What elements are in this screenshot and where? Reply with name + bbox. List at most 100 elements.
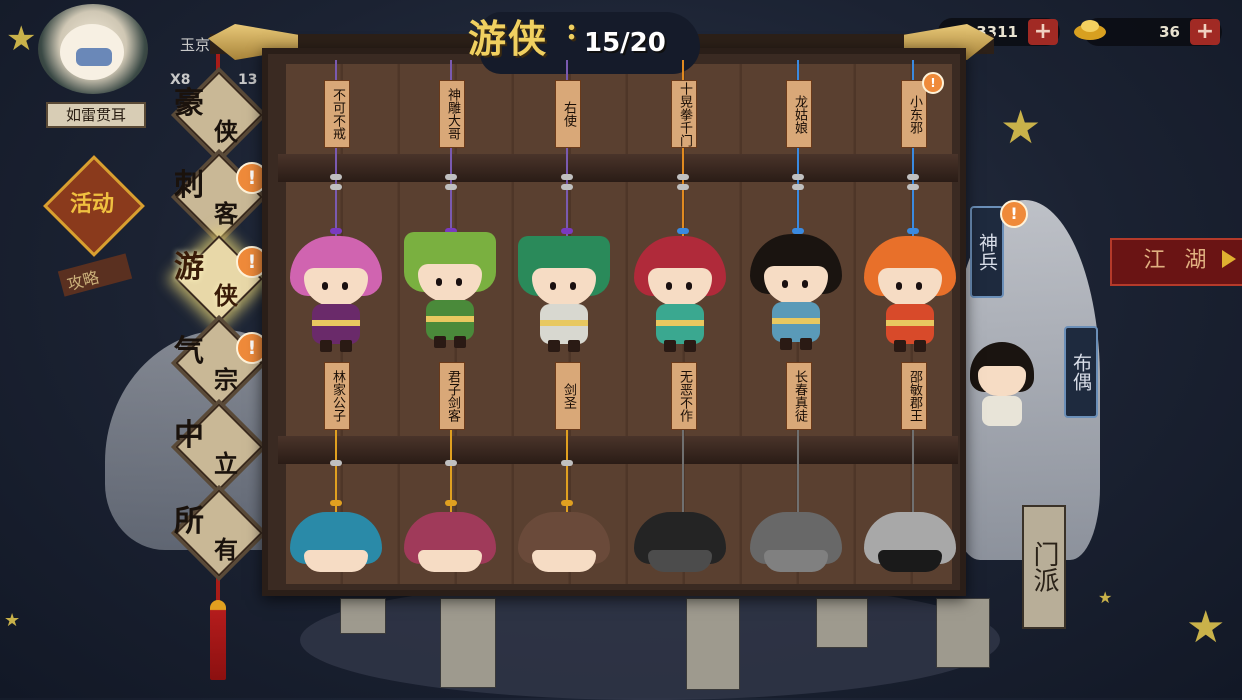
- event-charm-label: 活动: [69, 191, 114, 217]
- sect-button[interactable]: 门派: [1022, 505, 1066, 629]
- category-qizong[interactable]: 气 宗 !: [174, 319, 268, 407]
- tag-mid-3[interactable]: 剑圣: [555, 362, 581, 430]
- category-char-1: 气: [174, 334, 204, 369]
- bead: [561, 174, 573, 180]
- add-coin-button[interactable]: +: [1028, 19, 1058, 45]
- alert-badge: !: [1000, 200, 1028, 228]
- bead: [907, 174, 919, 180]
- tag-top-2[interactable]: 神雕大哥: [439, 80, 465, 148]
- hero-eye: [666, 282, 672, 290]
- category-suoyou[interactable]: 所 有: [174, 489, 263, 577]
- hero-face: [418, 550, 482, 572]
- category-zhongli[interactable]: 中 立: [174, 403, 263, 491]
- hero-bottom-5-locked[interactable]: [746, 510, 846, 572]
- hero-sword-saint[interactable]: [514, 234, 614, 354]
- hero-leg: [434, 336, 446, 348]
- gold-value: 36: [1159, 23, 1180, 41]
- hanging-rope: [797, 430, 799, 518]
- hero-face: [532, 550, 596, 572]
- hero-eye: [550, 282, 556, 290]
- bead: [445, 460, 457, 466]
- bead: [907, 184, 919, 190]
- hero-gentleman-swordsman[interactable]: [400, 230, 500, 350]
- hero-belt: [540, 320, 588, 326]
- bead: [330, 460, 342, 466]
- bead: [792, 174, 804, 180]
- category-char-2: 侠: [214, 117, 238, 146]
- tag-mid-6[interactable]: 邵敏郡王: [901, 362, 927, 430]
- add-gold-button[interactable]: +: [1190, 19, 1220, 45]
- category-youxia[interactable]: 游 侠 !: [174, 235, 268, 323]
- hero-eye: [342, 282, 348, 290]
- weapon-tab[interactable]: 神兵: [970, 206, 1004, 298]
- location-label: 玉京: [180, 36, 211, 54]
- tag-mid-2[interactable]: 君子剑客: [439, 362, 465, 430]
- hero-leg: [548, 340, 560, 352]
- hero-no-evil-undone[interactable]: [630, 234, 730, 354]
- shelf-plank: [278, 436, 958, 464]
- tag-mid-1[interactable]: 林家公子: [324, 362, 350, 430]
- bead: [445, 500, 457, 506]
- bead: [792, 184, 804, 190]
- hero-eye: [436, 278, 442, 286]
- hero-leg: [780, 338, 792, 350]
- background-tag: [816, 598, 868, 648]
- tag-top-4[interactable]: 十晃拳千门: [671, 80, 697, 148]
- tassel-decoration: [210, 600, 226, 680]
- hero-belt: [426, 316, 474, 322]
- hanging-rope: [912, 430, 914, 518]
- tag-top-5[interactable]: 龙姑娘: [786, 80, 812, 148]
- bead: [561, 460, 573, 466]
- player-name: 如雷贯耳: [46, 102, 146, 128]
- category-char-1: 中: [174, 418, 204, 453]
- star-icon: ★: [1098, 588, 1113, 607]
- npc-character[interactable]: [962, 336, 1042, 436]
- hero-bottom-2[interactable]: [400, 510, 500, 572]
- category-char-1: 所: [174, 504, 204, 539]
- panel-title-separator: :: [566, 12, 580, 47]
- hero-eye: [896, 282, 902, 290]
- bead: [330, 174, 342, 180]
- category-char-2: 有: [214, 535, 238, 564]
- hero-bottom-4-locked[interactable]: [630, 510, 730, 572]
- hero-lin-family-son[interactable]: [286, 234, 386, 354]
- hero-changchun-disciple[interactable]: [746, 232, 846, 352]
- gold-ingot-icon: [1074, 20, 1106, 40]
- category-haoxia[interactable]: 豪 侠: [174, 71, 263, 159]
- hero-bottom-6-locked[interactable]: [860, 510, 960, 572]
- tag-top-3[interactable]: 右使: [555, 80, 581, 148]
- guide-tag-button[interactable]: 攻略: [57, 253, 133, 297]
- hero-face: [764, 550, 828, 572]
- player-avatar[interactable]: [38, 4, 148, 94]
- hero-belt: [886, 320, 934, 326]
- hero-bottom-3[interactable]: [514, 510, 614, 572]
- hero-eye: [782, 280, 788, 288]
- category-char-2: 宗: [214, 365, 238, 394]
- category-char-2: 客: [214, 199, 238, 228]
- alert-badge: !: [922, 72, 944, 94]
- tag-top-1[interactable]: 不可不戒: [324, 80, 350, 148]
- bead: [561, 184, 573, 190]
- tag-mid-4[interactable]: 无恶不作: [671, 362, 697, 430]
- hanging-rope: [682, 430, 684, 518]
- hero-eye: [916, 282, 922, 290]
- puppet-tab[interactable]: 布偶: [1064, 326, 1098, 418]
- star-icon: ★: [4, 610, 21, 631]
- tag-top-6[interactable]: 小东邪: [901, 80, 927, 148]
- bead: [445, 174, 457, 180]
- hero-leg: [454, 336, 466, 348]
- hero-eye: [456, 278, 462, 286]
- hero-shao-min-princess[interactable]: [860, 234, 960, 354]
- background-tag: [340, 598, 386, 634]
- panel-title: 游侠 : 15/20: [440, 2, 730, 82]
- star-icon: ★: [1186, 602, 1226, 653]
- hero-eye: [570, 282, 576, 290]
- hero-bottom-1[interactable]: [286, 510, 386, 572]
- hero-face: [304, 550, 368, 572]
- background-tag: [936, 598, 990, 668]
- arrow-right-icon: [1222, 250, 1236, 268]
- star-icon: ★: [6, 19, 37, 59]
- tag-mid-5[interactable]: 长春真徒: [786, 362, 812, 430]
- category-cike[interactable]: 刺 客 !: [174, 153, 268, 241]
- category-char-2: 立: [214, 449, 238, 478]
